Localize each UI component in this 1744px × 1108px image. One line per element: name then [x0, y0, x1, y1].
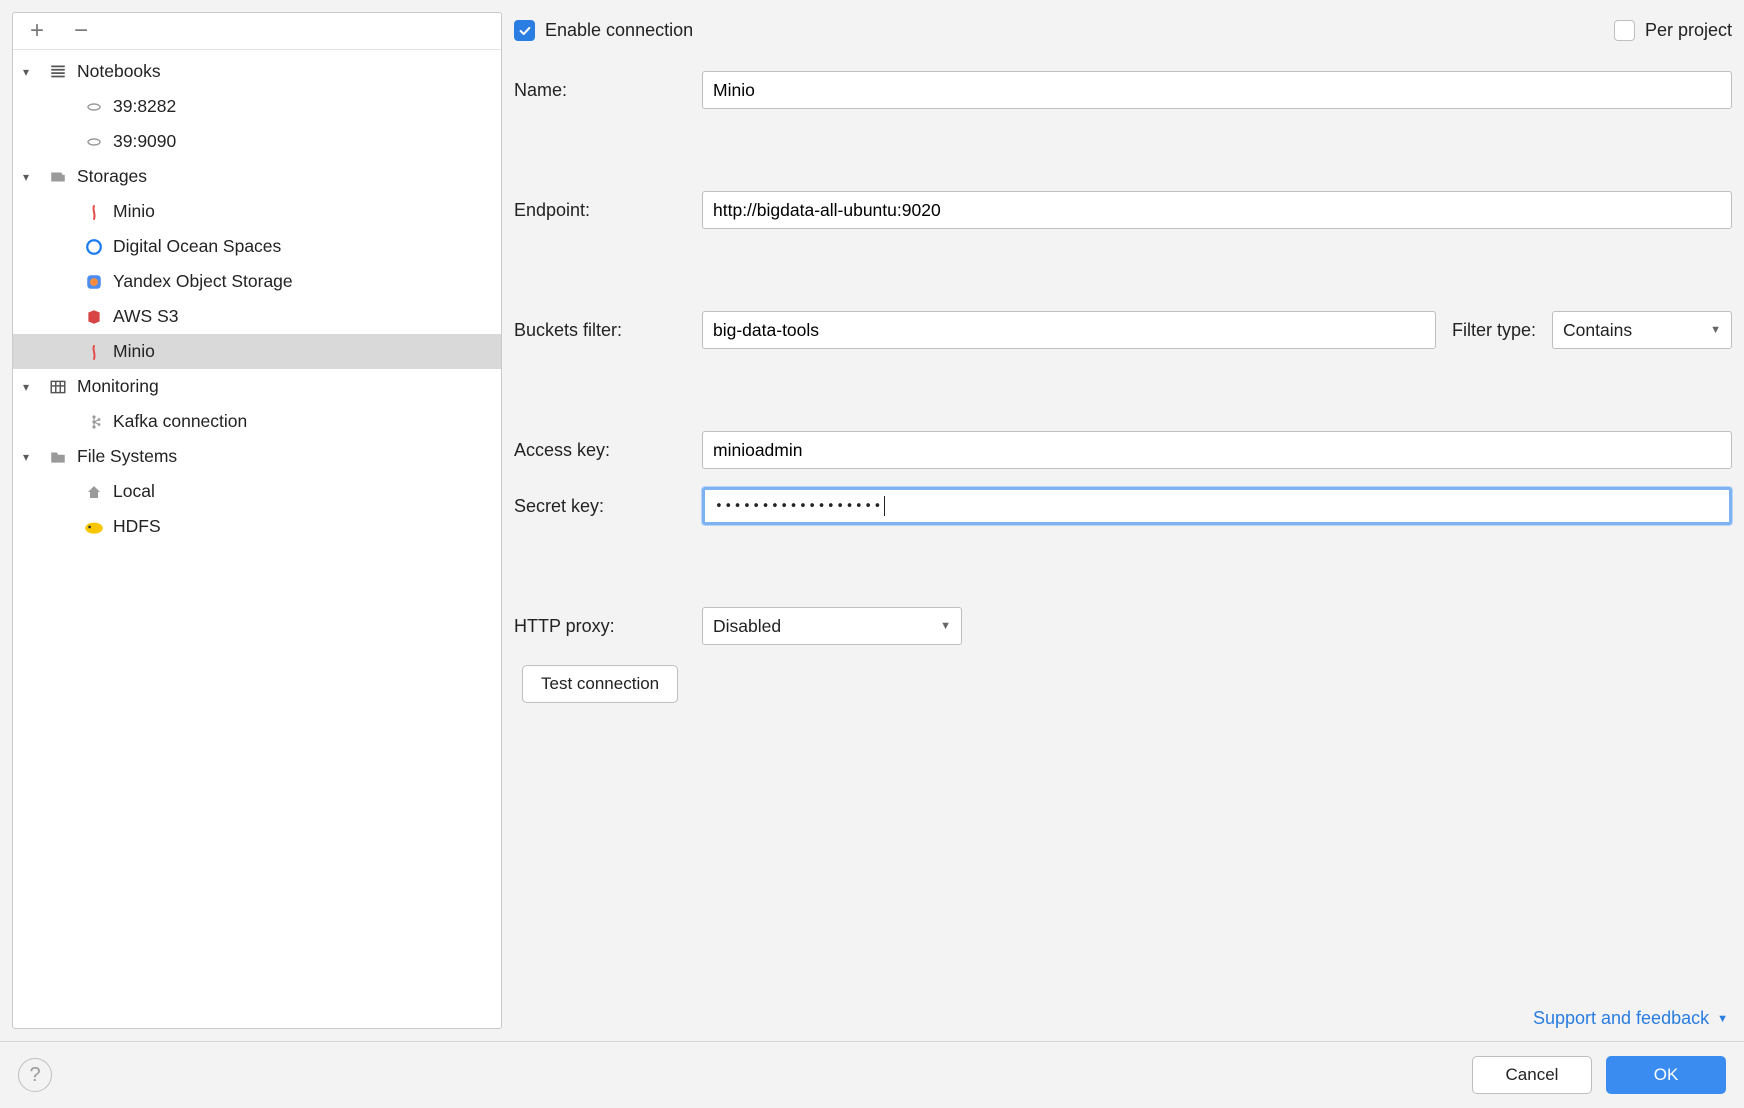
chevron-down-icon: ▾ [23, 380, 37, 394]
notebooks-icon [47, 61, 69, 83]
per-project-label: Per project [1645, 20, 1732, 41]
digitalocean-icon [83, 236, 105, 258]
minio-icon [83, 341, 105, 363]
kafka-icon [83, 411, 105, 433]
monitoring-icon [47, 376, 69, 398]
tree-group-notebooks[interactable]: ▾ Notebooks [13, 54, 501, 89]
tree-item-label: HDFS [113, 516, 161, 537]
http-proxy-label: HTTP proxy: [514, 616, 694, 637]
tree-item[interactable]: 39:8282 [13, 89, 501, 124]
buckets-filter-label: Buckets filter: [514, 320, 694, 341]
secret-key-input[interactable]: •••••••••••••••••• [702, 487, 1732, 525]
top-row: Enable connection Per project [514, 20, 1732, 41]
tree-item-label: Minio [113, 341, 155, 362]
test-connection-button[interactable]: Test connection [522, 665, 678, 703]
filter-type-label: Filter type: [1452, 320, 1536, 341]
link-icon [83, 131, 105, 153]
name-label: Name: [514, 80, 694, 101]
name-input[interactable] [702, 71, 1732, 109]
chevron-down-icon: ▾ [23, 450, 37, 464]
http-proxy-value: Disabled [713, 616, 781, 637]
tree-item-label: 39:8282 [113, 96, 176, 117]
main-content: + − ▾ Notebooks 39:8282 [0, 0, 1744, 1041]
endpoint-input[interactable] [702, 191, 1732, 229]
per-project-checkbox[interactable] [1614, 20, 1635, 41]
aws-s3-icon [83, 306, 105, 328]
add-button[interactable]: + [27, 19, 47, 43]
chevron-down-icon: ▾ [23, 65, 37, 79]
minio-icon [83, 201, 105, 223]
chevron-down-icon: ▼ [1717, 1013, 1728, 1025]
endpoint-label: Endpoint: [514, 200, 694, 221]
tree-group-label: Notebooks [77, 61, 161, 82]
tree-item-label: Digital Ocean Spaces [113, 236, 281, 257]
tree-item[interactable]: HDFS [13, 509, 501, 544]
chevron-down-icon: ▾ [23, 170, 37, 184]
http-proxy-select[interactable]: Disabled ▼ [702, 607, 962, 645]
tree-item-label: Minio [113, 201, 155, 222]
tree-group-label: Monitoring [77, 376, 159, 397]
dialog-footer: ? Cancel OK [0, 1041, 1744, 1108]
home-icon [83, 481, 105, 503]
chevron-down-icon: ▼ [1710, 324, 1721, 336]
ok-button[interactable]: OK [1606, 1056, 1726, 1094]
filter-type-value: Contains [1563, 320, 1632, 341]
tree-item[interactable]: Minio [13, 194, 501, 229]
link-icon [83, 96, 105, 118]
support-link-label: Support and feedback [1533, 1008, 1709, 1029]
text-caret [884, 496, 885, 516]
access-key-input[interactable] [702, 431, 1732, 469]
chevron-down-icon: ▼ [940, 620, 951, 632]
tree-item-label: Yandex Object Storage [113, 271, 293, 292]
hdfs-icon [83, 516, 105, 538]
help-button[interactable]: ? [18, 1058, 52, 1092]
tree-item-selected[interactable]: Minio [13, 334, 501, 369]
buckets-filter-input[interactable] [702, 311, 1436, 349]
secret-key-value: •••••••••••••••••• [715, 499, 883, 514]
tree-item-label: Local [113, 481, 155, 502]
tree-group-label: Storages [77, 166, 147, 187]
tree-item[interactable]: Local [13, 474, 501, 509]
filter-type-select[interactable]: Contains ▼ [1552, 311, 1732, 349]
tree-group-filesystems[interactable]: ▾ File Systems [13, 439, 501, 474]
secret-key-label: Secret key: [514, 496, 694, 517]
tree-item[interactable]: AWS S3 [13, 299, 501, 334]
sidebar: + − ▾ Notebooks 39:8282 [12, 12, 502, 1029]
remove-button[interactable]: − [71, 19, 91, 43]
tree-group-storages[interactable]: ▾ Storages [13, 159, 501, 194]
tree-item[interactable]: 39:9090 [13, 124, 501, 159]
enable-connection-checkbox[interactable] [514, 20, 535, 41]
tree-group-monitoring[interactable]: ▾ Monitoring [13, 369, 501, 404]
form-grid: Name: Endpoint: Buckets filter: Filter t… [514, 71, 1732, 645]
enable-connection-label: Enable connection [545, 20, 693, 41]
connection-tree: ▾ Notebooks 39:8282 39:9090 ▾ [13, 50, 501, 1028]
yandex-icon [83, 271, 105, 293]
tree-item[interactable]: Yandex Object Storage [13, 264, 501, 299]
storages-icon [47, 166, 69, 188]
sidebar-toolbar: + − [13, 13, 501, 50]
tree-item-label: Kafka connection [113, 411, 247, 432]
tree-item[interactable]: Digital Ocean Spaces [13, 229, 501, 264]
tree-item[interactable]: Kafka connection [13, 404, 501, 439]
tree-item-label: 39:9090 [113, 131, 176, 152]
config-panel: Enable connection Per project Name: Endp… [514, 12, 1732, 1029]
tree-item-label: AWS S3 [113, 306, 178, 327]
support-feedback-link[interactable]: Support and feedback ▼ [1533, 1008, 1728, 1029]
tree-group-label: File Systems [77, 446, 177, 467]
access-key-label: Access key: [514, 440, 694, 461]
cancel-button[interactable]: Cancel [1472, 1056, 1592, 1094]
filesystems-icon [47, 446, 69, 468]
